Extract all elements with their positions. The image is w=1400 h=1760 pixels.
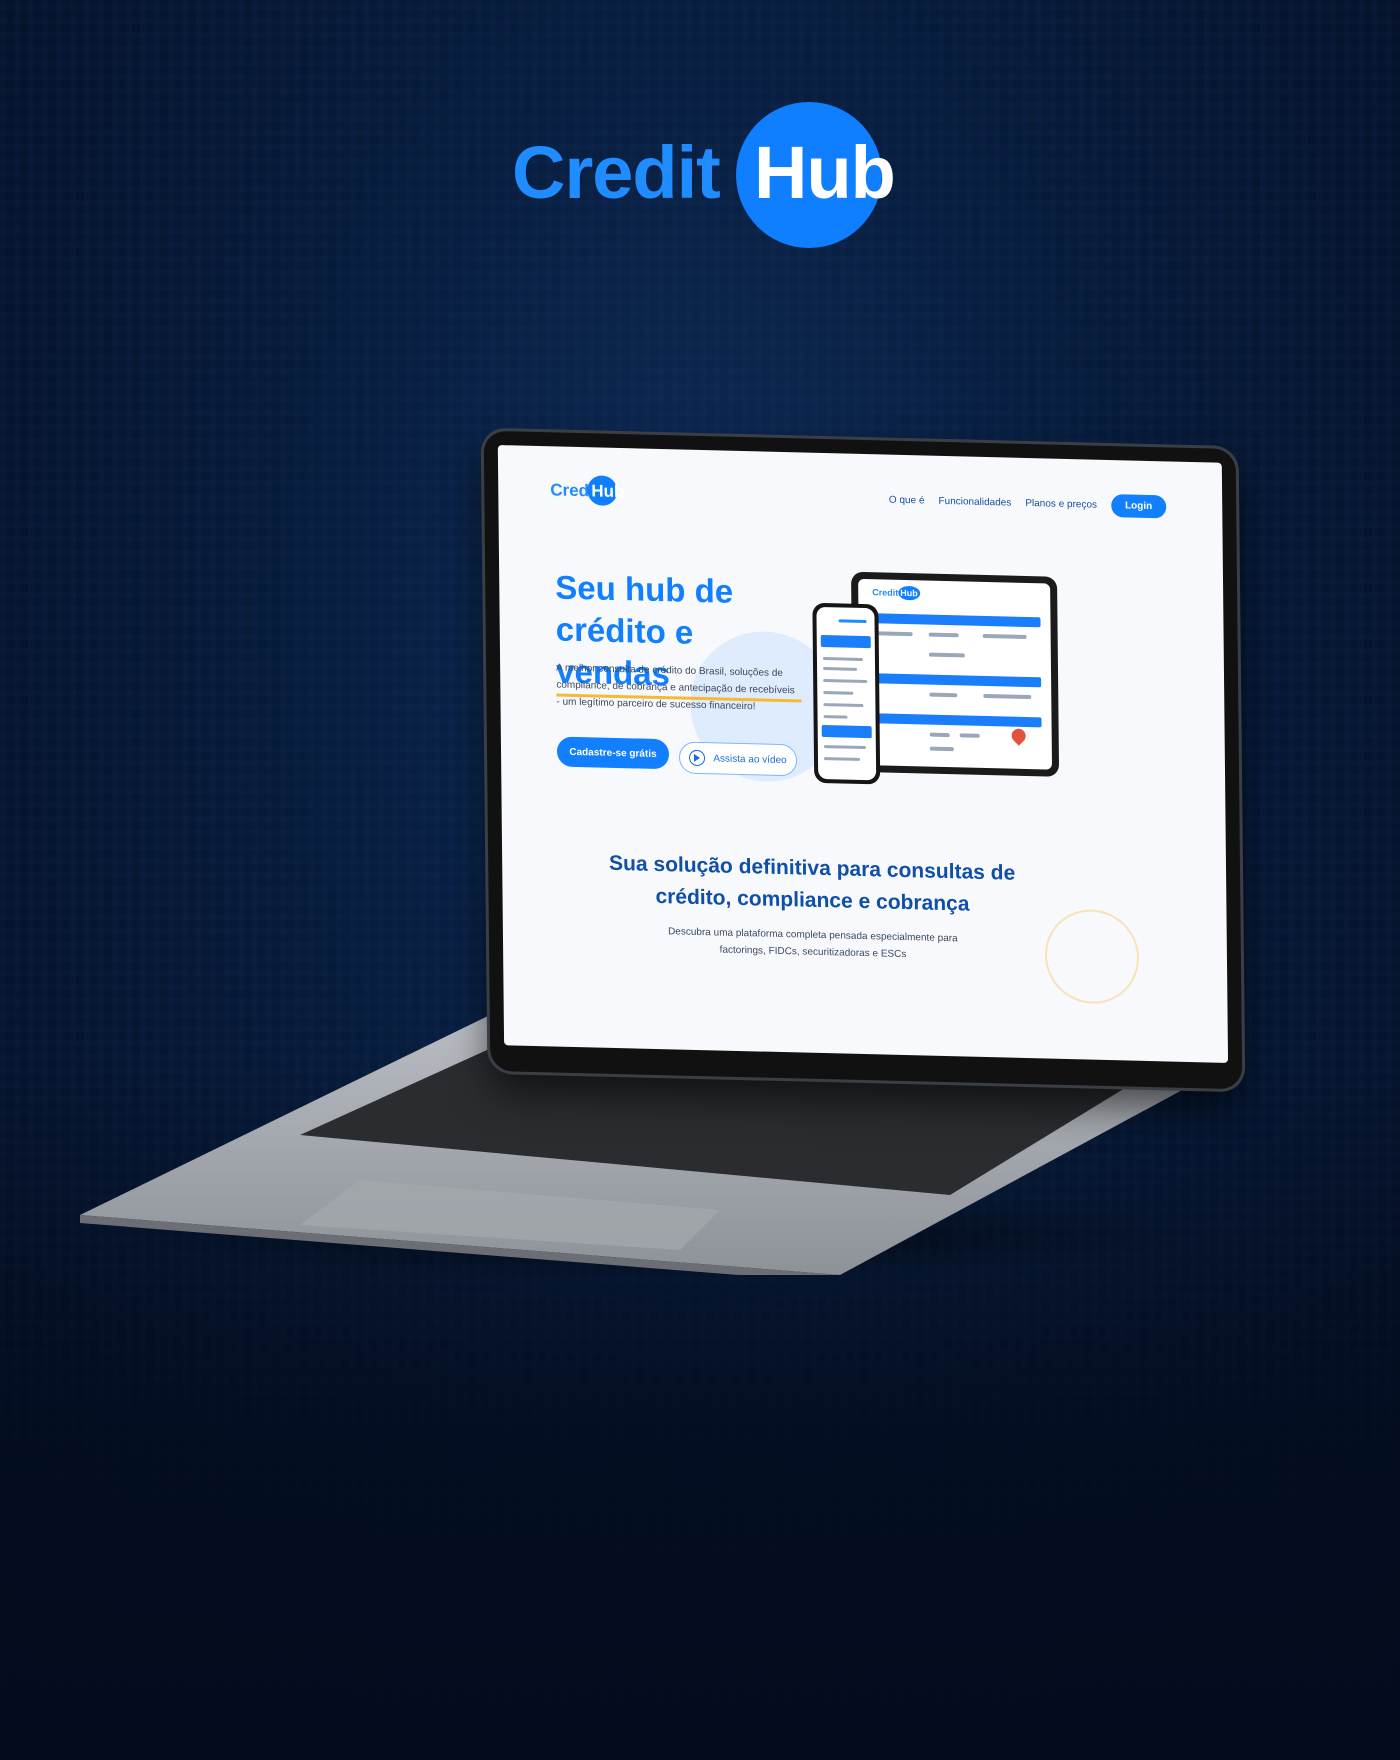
play-icon [689, 749, 706, 767]
site-logo[interactable]: Credit Hub [550, 472, 640, 514]
laptop-lid: Credit Hub O que é Funcionalidades Plano… [483, 430, 1243, 1090]
phone-line [823, 715, 848, 719]
phone-line [823, 691, 854, 695]
tablet-line [983, 693, 1032, 700]
phone-line [823, 757, 861, 761]
nav-o-que-e[interactable]: O que é [889, 495, 925, 507]
tablet-bar [869, 713, 1042, 728]
phone-line [823, 679, 868, 684]
nav-funcionalidades[interactable]: Funcionalidades [938, 496, 1011, 509]
laptop-screen: Credit Hub O que é Funcionalidades Plano… [497, 445, 1229, 1063]
phone-line [823, 667, 858, 671]
phone-logo [838, 619, 867, 624]
nav-planos-precos[interactable]: Planos e preços [1025, 498, 1097, 511]
tablet-line [928, 632, 959, 638]
tablet-line [959, 733, 980, 738]
signup-button[interactable]: Cadastre-se grátis [556, 736, 670, 770]
watch-video-button[interactable]: Assista ao vídeo [678, 741, 798, 777]
phone-line [823, 703, 864, 708]
hero-title-line1: Seu hub de [555, 568, 734, 610]
watch-video-label: Assista ao vídeo [713, 752, 787, 766]
phone-bar [820, 634, 871, 649]
brand-logo: Credit Hub [512, 100, 896, 250]
tablet-bar [869, 673, 1042, 688]
phone-screen [816, 606, 877, 781]
tablet-line [982, 633, 1027, 639]
tablet-mockup: Credit Hub [851, 571, 1060, 777]
map-pin-icon [1008, 725, 1029, 746]
login-button[interactable]: Login [1110, 494, 1167, 519]
tablet-screen: Credit Hub [858, 578, 1053, 770]
phone-line [822, 657, 863, 661]
section-title: Sua solução definitiva para consultas de… [608, 851, 1016, 916]
site-logo-hub: Hub [591, 481, 625, 502]
decorative-ring [1044, 908, 1140, 1005]
brand-logo-hub: Hub [754, 131, 896, 214]
tablet-logo: Credit Hub [872, 585, 920, 601]
section-subtitle: Descubra uma plataforma completa pensada… [667, 926, 958, 961]
phone-bar [821, 724, 872, 739]
site-nav: O que é Funcionalidades Planos e preços … [889, 489, 1167, 519]
brand-logo-word: Credit [512, 131, 721, 214]
tablet-line [928, 652, 965, 658]
phone-line [823, 745, 866, 750]
tablet-line [929, 746, 954, 752]
tablet-line [929, 692, 958, 698]
tablet-bar [868, 613, 1041, 628]
tablet-line [929, 732, 950, 738]
phone-mockup [812, 602, 881, 785]
hero-subtitle: A melhor consulta de crédito do Brasil, … [556, 662, 795, 713]
